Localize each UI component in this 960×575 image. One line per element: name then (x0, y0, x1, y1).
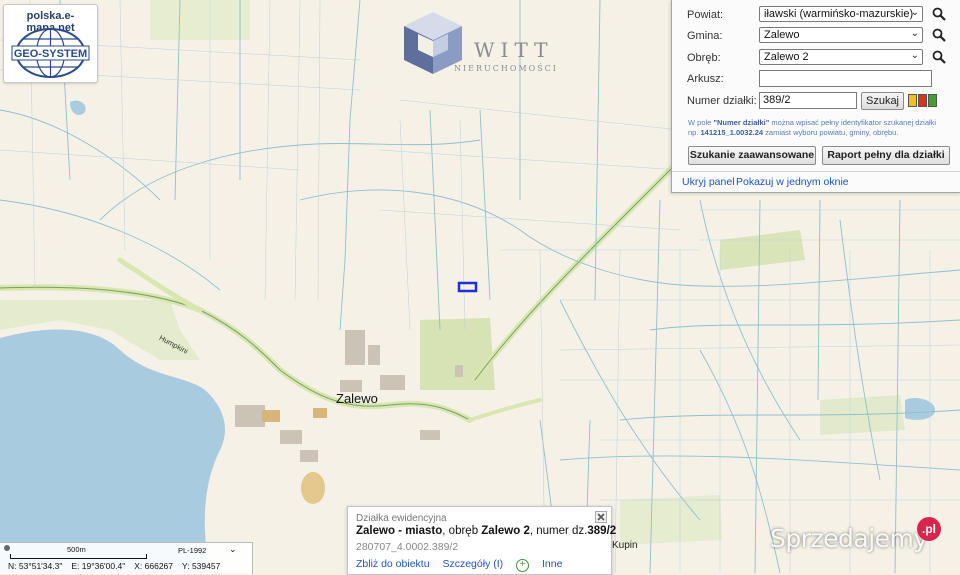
hint-bold-1: "Numer działki" (713, 118, 770, 127)
close-icon[interactable] (595, 511, 607, 523)
geo-system-logo[interactable]: polska.e-mapa.net GEO-SYSTEM (3, 4, 98, 83)
parcel-number-input[interactable]: 389/2 (759, 92, 857, 109)
coord-e: E: 19°36'00.4" (71, 561, 126, 571)
coord-x: X: 666267 (134, 561, 174, 571)
popup-locality: Zalewo - miasto (356, 525, 443, 537)
popup-links: Zbliż do obiektu Szczegóły (I) + Inne (356, 558, 572, 572)
witt-logo: WITT NIERUCHOMOŚCI (400, 10, 580, 76)
gmina-row: Gmina: Zalewo ⌄ (672, 27, 960, 45)
status-bar: 500m PL-1992 ⌄ N: 53°51'34.3" E: 19°36'00… (0, 542, 253, 574)
chevron-down-icon: ⌄ (910, 7, 919, 18)
arkusz-row: Arkusz: (672, 70, 960, 88)
chevron-down-icon[interactable]: ⌄ (229, 544, 237, 555)
popup-obreb: Zalewo 2 (481, 525, 530, 537)
swatch-yellow[interactable] (908, 94, 917, 107)
color-swatches[interactable] (908, 94, 940, 107)
hint-bold-2: 141215_1.0032.24 (700, 128, 764, 137)
scale-label: 500m (67, 545, 86, 554)
powiat-row: Powiat: iławski (warmińsko-mazurskie) ⌄ (672, 6, 960, 24)
popup-title: Działka ewidencyjna (356, 513, 447, 524)
gmina-select[interactable]: Zalewo ⌄ (759, 27, 923, 43)
hint-text-1: W pole (688, 118, 714, 127)
sprzedajemy-badge: .pl (917, 517, 941, 541)
search-hint: W pole "Numer działki" można wpisać pełn… (688, 118, 946, 138)
obreb-select[interactable]: Zalewo 2 ⌄ (759, 49, 923, 65)
town-label-zalewo: Zalewo (336, 391, 378, 406)
arkusz-input[interactable] (759, 70, 932, 87)
zoom-to-object-link[interactable]: Zbliż do obiektu (356, 558, 430, 570)
details-link[interactable]: Szczegóły (I) (442, 558, 503, 570)
arkusz-label: Arkusz: (687, 73, 724, 85)
search-button[interactable]: Szukaj (861, 92, 904, 110)
search-icon[interactable] (932, 7, 946, 21)
chevron-down-icon: ⌄ (910, 28, 919, 39)
popup-number: 389/2 (587, 525, 617, 537)
advanced-search-button[interactable]: Szukanie zaawansowane (688, 146, 816, 165)
search-panel: Powiat: iławski (warmińsko-mazurskie) ⌄ … (671, 0, 960, 193)
popup-number-prefix: , numer dz. (529, 525, 588, 537)
chevron-down-icon: ⌄ (910, 50, 919, 61)
powiat-select[interactable]: iławski (warmińsko-mazurskie) ⌄ (759, 6, 923, 22)
search-icon[interactable] (932, 28, 946, 42)
hide-panel-link[interactable]: Ukryj panel (682, 176, 735, 188)
village-label-kupin: Kupin (612, 540, 638, 551)
swatch-red[interactable] (918, 94, 927, 107)
crs-label[interactable]: PL-1992 (178, 546, 206, 555)
popup-parcel-line: Zalewo - miasto, obręb Zalewo 2, numer d… (356, 525, 616, 537)
numer-label: Numer działki: (687, 95, 757, 107)
obreb-label: Obręb: (687, 52, 721, 64)
gmina-label: Gmina: (687, 30, 723, 42)
numer-row: Numer działki: 389/2 Szukaj (672, 92, 960, 110)
witt-name: WITT (474, 38, 554, 62)
globe-icon: GEO-SYSTEM (11, 28, 90, 78)
other-link[interactable]: Inne (542, 558, 562, 570)
popup-obreb-prefix: , obręb (442, 525, 482, 537)
obreb-value: Zalewo 2 (764, 51, 809, 63)
coord-y: Y: 539457 (182, 561, 221, 571)
brand-text: GEO-SYSTEM (14, 48, 87, 60)
swatch-green[interactable] (928, 94, 937, 107)
parcel-info-popup: Działka ewidencyjna Zalewo - miasto, obr… (347, 506, 616, 575)
popup-identifier: 280707_4.0002.389/2 (356, 541, 459, 553)
single-window-link[interactable]: Pokazuj w jednym oknie (736, 176, 849, 188)
witt-sub: NIERUCHOMOŚCI (454, 64, 558, 73)
coord-n: N: 53°51'34.3" (8, 561, 63, 571)
divider (672, 171, 960, 172)
location-pin-icon (4, 545, 10, 551)
powiat-label: Powiat: (687, 9, 724, 21)
scale-bar (10, 554, 147, 559)
powiat-value: iławski (warmińsko-mazurskie) (764, 8, 914, 20)
gmina-value: Zalewo (764, 29, 800, 41)
full-report-button[interactable]: Raport pełny dla działki (822, 146, 950, 165)
search-icon[interactable] (932, 50, 946, 64)
coordinates-readout: N: 53°51'34.3" E: 19°36'00.4" X: 666267 Y: … (8, 561, 229, 571)
hint-text-3: zamiast wyboru powiatu, gminy, obrębu. (763, 128, 899, 137)
plus-circle-icon[interactable]: + (516, 559, 530, 572)
obreb-row: Obręb: Zalewo 2 ⌄ (672, 49, 960, 67)
sprzedajemy-watermark: Sprzedajemy (770, 524, 928, 553)
